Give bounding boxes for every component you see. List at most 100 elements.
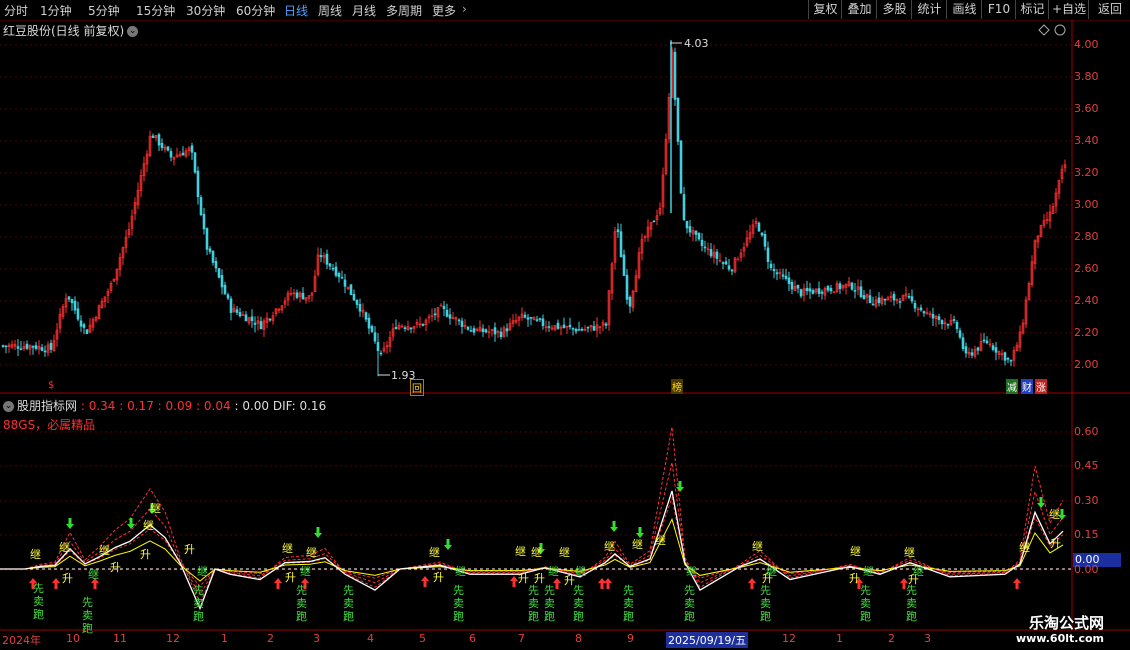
x-axis-label: 7	[518, 632, 525, 645]
sell-arrow-icon	[314, 527, 322, 538]
settings-circle-icon[interactable]	[1054, 24, 1066, 36]
draw-line-button[interactable]: 画线	[946, 0, 982, 19]
signal-label: 跑	[82, 622, 93, 635]
signal-label: 卖	[453, 597, 464, 610]
sell-arrow-icon	[610, 521, 618, 532]
signal-label: 先	[906, 584, 917, 597]
signal-label: 跑	[684, 610, 695, 623]
signal-label: 升	[110, 561, 121, 574]
signal-label: 先	[343, 584, 354, 597]
signal-label: 跑	[573, 610, 584, 623]
overlay-button[interactable]: 叠加	[841, 0, 877, 19]
signal-label: 继	[1049, 508, 1060, 521]
signal-label: 继	[150, 502, 161, 515]
signal-label: 升	[62, 572, 73, 585]
indicator-name: 股朋指标网	[17, 399, 78, 413]
indicator-value: 0.34	[88, 399, 116, 413]
price-axis-label: 3.40	[1074, 134, 1099, 147]
tab-60min[interactable]: 60分钟	[236, 2, 275, 19]
signal-label: 先	[860, 584, 871, 597]
signal-label: 先	[760, 584, 771, 597]
signal-label: 卖	[296, 597, 307, 610]
buy-arrow-icon	[421, 576, 429, 587]
more-chevron-icon[interactable]: ›	[462, 2, 467, 16]
buy-arrow-icon	[52, 578, 60, 589]
signal-label: 先	[623, 584, 634, 597]
tab-15min[interactable]: 15分钟	[136, 2, 175, 19]
price-axis-label: 2.80	[1074, 230, 1099, 243]
fuquan-button[interactable]: 复权	[808, 0, 842, 19]
x-axis-label: 12	[166, 632, 180, 645]
price-axis-label: 4.00	[1074, 38, 1099, 51]
signal-label: 卖	[760, 597, 771, 610]
x-axis-selected-date[interactable]: 2025/09/19/五	[666, 632, 749, 648]
chevron-down-icon[interactable]: ⌄	[3, 401, 14, 412]
diamond-icon[interactable]	[1038, 24, 1050, 36]
price-axis-label: 2.40	[1074, 294, 1099, 307]
event-marker[interactable]: 回	[410, 379, 424, 396]
x-axis-label: 2	[888, 632, 895, 645]
buy-arrow-icon	[604, 578, 612, 589]
add-watchlist-button[interactable]: +自选	[1048, 0, 1089, 19]
chevron-down-icon[interactable]: ⌄	[127, 26, 139, 37]
signal-label: 继	[282, 542, 293, 555]
multi-stock-button[interactable]: 多股	[876, 0, 912, 19]
tab-1min[interactable]: 1分钟	[40, 2, 72, 19]
signal-label: 卖	[573, 597, 584, 610]
tab-30min[interactable]: 30分钟	[186, 2, 225, 19]
signal-label: 卖	[684, 597, 695, 610]
sell-arrow-icon	[636, 527, 644, 538]
price-axis-label: 3.20	[1074, 166, 1099, 179]
signal-label: 继	[686, 565, 697, 578]
signal-label: 卖	[193, 597, 204, 610]
mark-button[interactable]: 标记	[1015, 0, 1049, 19]
signal-label: 跑	[544, 610, 555, 623]
tab-fenshi[interactable]: 分时	[4, 2, 28, 19]
buy-arrow-icon	[598, 578, 606, 589]
signal-label: 升	[285, 571, 296, 584]
x-axis-label: 8	[575, 632, 582, 645]
signal-label: 先	[544, 584, 555, 597]
tab-weekly[interactable]: 周线	[318, 2, 342, 19]
indicator-axis-label: 0.30	[1074, 494, 1099, 507]
signal-label: 先	[193, 584, 204, 597]
x-axis-label: 1	[836, 632, 843, 645]
signal-label: 跑	[623, 610, 634, 623]
tab-5min[interactable]: 5分钟	[88, 2, 120, 19]
signal-label: 先	[573, 584, 584, 597]
price-axis-label: 3.00	[1074, 198, 1099, 211]
buy-arrow-icon	[274, 578, 282, 589]
tab-monthly[interactable]: 月线	[352, 2, 376, 19]
signal-label: 继	[863, 565, 874, 578]
indicator-value: 0.04	[203, 399, 231, 413]
signal-label: 继	[604, 540, 615, 553]
event-marker[interactable]: 财	[1021, 379, 1033, 394]
x-axis-label: 10	[66, 632, 80, 645]
current-value-box: 0.00	[1075, 553, 1100, 566]
signal-label: 先	[296, 584, 307, 597]
statistics-button[interactable]: 统计	[911, 0, 947, 19]
signal-label: 升	[1050, 537, 1061, 550]
x-axis-label: 2024年	[2, 634, 41, 647]
tab-daily[interactable]: 日线	[284, 2, 308, 19]
watermark-text: 乐淘公式网	[1028, 614, 1104, 632]
x-axis-label: 2	[267, 632, 274, 645]
event-marker[interactable]: 减	[1006, 379, 1018, 394]
back-button[interactable]: 返回	[1088, 0, 1130, 19]
signal-label: 继	[913, 565, 924, 578]
event-marker[interactable]: 涨	[1035, 379, 1047, 394]
signal-label: 继	[455, 565, 466, 578]
event-marker[interactable]: $	[47, 380, 55, 391]
signal-label: 升	[140, 548, 151, 561]
signal-label: 继	[655, 534, 666, 547]
buy-arrow-icon	[1013, 578, 1021, 589]
tab-multi-period[interactable]: 多周期	[386, 2, 422, 19]
event-marker[interactable]: 榜	[671, 379, 683, 394]
price-axis-label: 2.20	[1074, 326, 1099, 339]
tab-more[interactable]: 更多	[432, 2, 456, 19]
f10-button[interactable]: F10	[981, 0, 1016, 19]
high-price-label: 4.03	[684, 37, 709, 50]
signal-label: 继	[1019, 541, 1030, 554]
x-axis-label: 11	[113, 632, 127, 645]
price-axis-label: 2.60	[1074, 262, 1099, 275]
